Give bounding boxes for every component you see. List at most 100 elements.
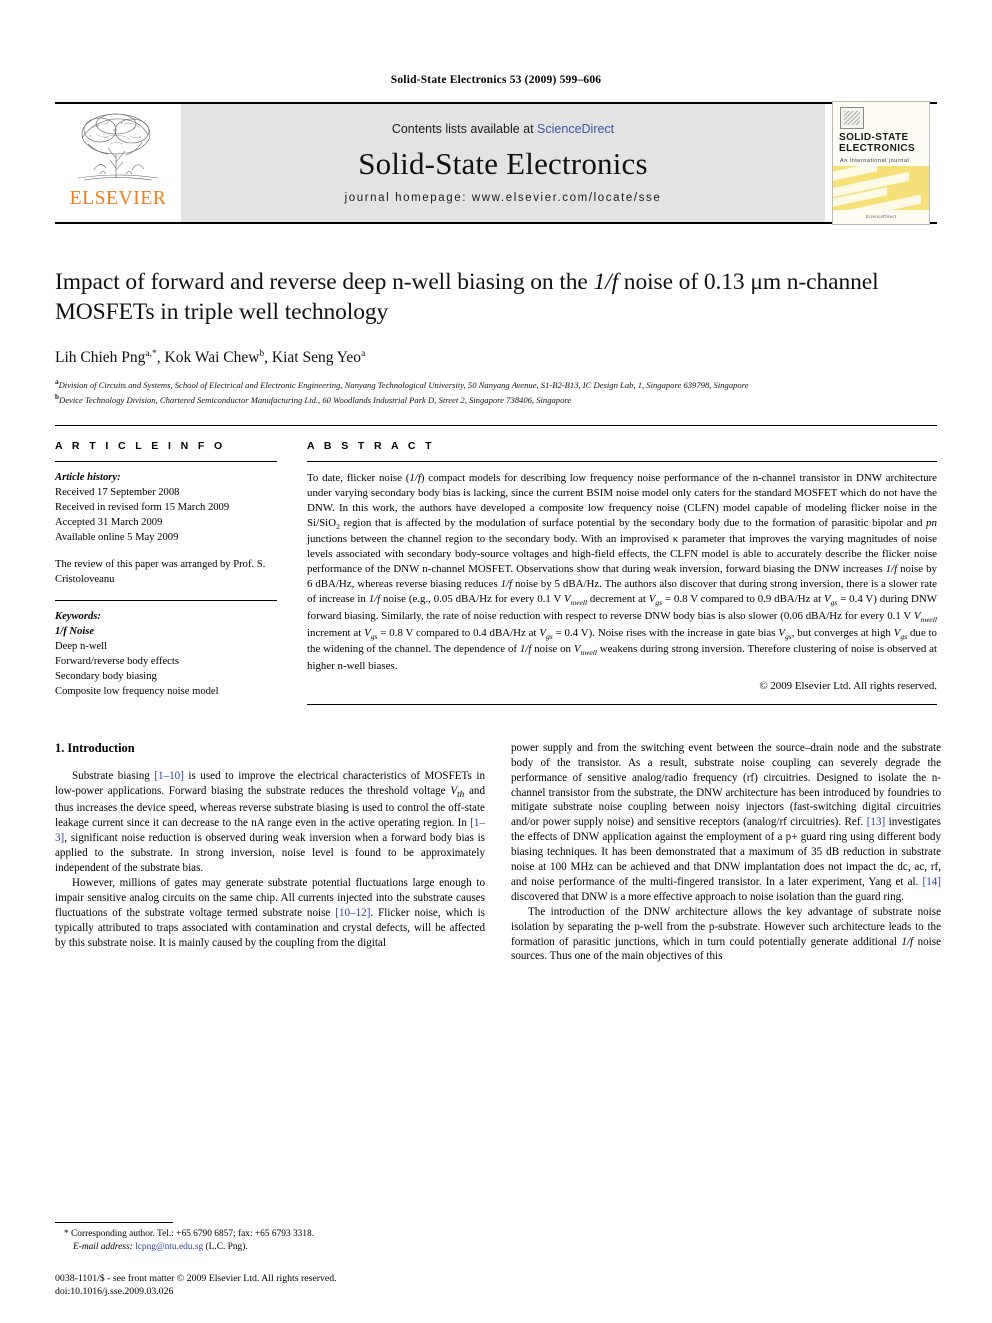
affiliation-b: bDevice Technology Division, Chartered S… [55, 392, 937, 407]
abs-v3: V [823, 593, 831, 606]
article-info-heading: A R T I C L E I N F O [55, 439, 226, 452]
keywords-block: Keywords: 1/f Noise Deep n-well Forward/… [55, 601, 277, 699]
abs-s3: region that is affected by the modulatio… [339, 516, 927, 529]
abs-v6sub: gs [546, 631, 553, 641]
journal-cover-thumbnail: SOLID-STATE ELECTRONICS An international… [825, 101, 937, 225]
cover-title-line2: ELECTRONICS [839, 143, 916, 155]
abstract-bottom-rule [307, 703, 937, 705]
author-1-sup: a,* [145, 349, 157, 360]
paper-page: Solid-State Electronics 53 (2009) 599–60… [0, 0, 992, 1323]
abs-i2: pn [926, 516, 937, 529]
corresponding-author-note: * Corresponding author. Tel.: +65 6790 6… [55, 1228, 485, 1254]
affiliation-a-text: Division of Circuits and Systems, School… [58, 380, 749, 391]
author-3: Kiat Seng Yeo [271, 349, 362, 367]
abs-v6: V [539, 626, 546, 639]
cover-title-line1: SOLID-STATE [839, 132, 909, 143]
citation-14[interactable]: [14] [923, 876, 941, 888]
elsevier-tree-icon [77, 113, 159, 181]
footnote-rule [55, 1221, 173, 1223]
keyword-2: Forward/reverse body effects [55, 656, 179, 668]
lp1-s1: Substrate biasing [72, 769, 155, 782]
abs-v7: V [778, 626, 785, 639]
corresponding-author-text: Corresponding author. Tel.: +65 6790 685… [68, 1228, 315, 1239]
footnotes-block: * Corresponding author. Tel.: +65 6790 6… [55, 1221, 485, 1299]
abstract-text: To date, flicker noise (1/f) compact mod… [307, 462, 937, 674]
rp1-s3: discovered that DNW is a more effective … [511, 890, 904, 903]
cover-image: SOLID-STATE ELECTRONICS An international… [832, 101, 930, 225]
author-3-sup: a [361, 349, 366, 360]
affiliations: aDivision of Circuits and Systems, Schoo… [55, 377, 937, 407]
abs-v9sub: nwell [580, 648, 597, 658]
title-italic: 1/f [593, 269, 619, 295]
author-list: Lih Chieh Pnga,*, Kok Wai Chewb, Kiat Se… [55, 349, 366, 367]
lp1-s4: , significant noise reduction is observe… [55, 832, 485, 874]
journal-title: Solid-State Electronics [358, 146, 648, 181]
body-column-right: power supply and from the switching even… [511, 741, 941, 965]
abs-s11: increment at [307, 626, 365, 639]
issn-block: 0038-1101/$ - see front matter © 2009 El… [55, 1272, 485, 1299]
info-abstract-section: A R T I C L E I N F O Article history: R… [55, 424, 937, 705]
abs-s16: noise on [531, 643, 574, 656]
keyword-3: Secondary body biasing [55, 671, 157, 683]
abs-v1: V [563, 593, 571, 606]
abs-s12: = 0.8 V compared to 0.4 dBA/Hz at [377, 626, 540, 639]
abs-i5: 1/f [368, 593, 381, 606]
author-2: Kok Wai Chew [164, 349, 260, 367]
email-label: E-mail address: [73, 1241, 133, 1252]
keywords-label: Keywords: [55, 611, 101, 623]
citation-10-12[interactable]: [10–12] [335, 907, 370, 919]
abs-v4sub: nwell [920, 615, 937, 625]
citation-1-10[interactable]: [1–10] [154, 770, 184, 782]
doi-line[interactable]: doi:10.1016/j.sse.2009.03.026 [55, 1285, 485, 1299]
abs-v5: V [364, 626, 371, 639]
elsevier-wordmark: ELSEVIER [69, 188, 167, 209]
abs-s4: junctions between the channel region to … [307, 533, 937, 576]
cover-subtitle: An international journal [840, 158, 910, 164]
abs-i4: 1/f [500, 578, 513, 591]
rp2-i1: 1/f [901, 935, 914, 948]
history-item-3: Available online 5 May 2009 [55, 532, 179, 543]
abstract-heading: A B S T R A C T [307, 439, 435, 452]
abs-s14: , but converges at high [791, 626, 894, 639]
affiliation-a: aDivision of Circuits and Systems, Schoo… [55, 377, 937, 392]
intro-paragraph-1: Substrate biasing [1–10] is used to impr… [55, 769, 485, 876]
elsevier-logo: ELSEVIER [55, 104, 181, 222]
section-heading-introduction: 1. Introduction [55, 740, 135, 755]
abs-s8: decrement at [587, 593, 649, 606]
intro-paragraph-3: power supply and from the switching even… [511, 741, 941, 905]
page-title: Impact of forward and reverse deep n-wel… [55, 268, 937, 327]
keyword-1: Deep n-well [55, 641, 108, 653]
body-column-left: 1. Introduction Substrate biasing [1–10]… [55, 741, 485, 965]
abs-i1: 1/f [409, 471, 421, 484]
cover-stripes-graphic [833, 166, 929, 212]
history-item-2: Accepted 31 March 2009 [55, 516, 163, 528]
abs-i6: 1/f [519, 643, 532, 656]
keyword-0: 1/f Noise [55, 626, 95, 638]
cover-publisher-mark-icon [840, 107, 864, 129]
abs-s13: = 0.4 V). Noise rises with the increase … [552, 626, 779, 639]
issn-line: 0038-1101/$ - see front matter © 2009 El… [55, 1272, 337, 1284]
running-head: Solid-State Electronics 53 (2009) 599–60… [390, 74, 602, 86]
intro-paragraph-2: However, millions of gates may generate … [55, 876, 485, 951]
cover-title: SOLID-STATE ELECTRONICS [839, 132, 923, 154]
abstract-column: A B S T R A C T To date, flicker noise (… [307, 440, 937, 705]
abs-v9: V [573, 643, 581, 656]
email-link[interactable]: lcpng@ntu.edu.sg [135, 1242, 203, 1252]
masthead-center: Contents lists available at ScienceDirec… [181, 104, 825, 222]
citation-13[interactable]: [13] [867, 816, 885, 828]
author-2-sup: b [259, 349, 265, 360]
sciencedirect-link[interactable]: ScienceDirect [537, 122, 614, 136]
history-item-1: Received in revised form 15 March 2009 [55, 501, 230, 513]
keyword-4: Composite low frequency noise model [55, 686, 219, 698]
journal-homepage-link[interactable]: journal homepage: www.elsevier.com/locat… [345, 192, 662, 204]
title-part1: Impact of forward and reverse deep n-wel… [55, 269, 594, 295]
email-suffix: (L.C. Png). [203, 1241, 248, 1252]
author-1: Lih Chieh Png [55, 349, 146, 367]
abs-v7sub: gs [784, 631, 792, 641]
cover-footer: ScienceDirect [833, 210, 929, 224]
abstract-copyright: © 2009 Elsevier Ltd. All rights reserved… [759, 679, 937, 692]
body-columns: 1. Introduction Substrate biasing [1–10]… [55, 741, 941, 965]
contents-prefix: Contents lists available at [391, 122, 538, 136]
article-history-label: Article history: [55, 471, 121, 483]
editor-note: The review of this paper was arranged by… [55, 559, 266, 586]
